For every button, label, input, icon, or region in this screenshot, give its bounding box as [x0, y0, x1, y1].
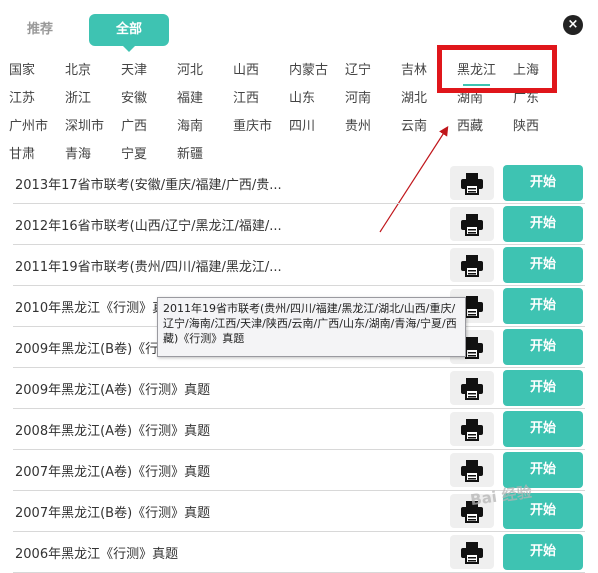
exam-row: 2009年黑龙江(A卷)《行测》真题 开始 — [13, 368, 585, 409]
exam-title[interactable]: 2007年黑龙江(A卷)《行测》真题 — [15, 461, 210, 480]
printer-icon — [461, 378, 483, 400]
start-button[interactable]: 开始 — [503, 247, 583, 283]
start-button[interactable]: 开始 — [503, 206, 583, 242]
start-button[interactable]: 开始 — [503, 411, 583, 447]
exam-row: 2012年16省市联考(山西/辽宁/黑龙江/福建/... 开始 — [13, 204, 585, 245]
exam-title[interactable]: 2011年19省市联考(贵州/四川/福建/黑龙江/... — [15, 256, 282, 275]
exam-title[interactable]: 2007年黑龙江(B卷)《行测》真题 — [15, 502, 210, 521]
print-button[interactable] — [450, 453, 494, 487]
exam-row: 2011年19省市联考(贵州/四川/福建/黑龙江/... 开始 — [13, 245, 585, 286]
exam-row: 2013年17省市联考(安徽/重庆/福建/广西/贵... 开始 — [13, 163, 585, 204]
printer-icon — [461, 214, 483, 236]
exam-row: 2008年黑龙江(A卷)《行测》真题 开始 — [13, 409, 585, 450]
exam-row: 2006年黑龙江《行测》真题 开始 — [13, 532, 585, 573]
printer-icon — [461, 542, 483, 564]
print-button[interactable] — [450, 166, 494, 200]
start-button[interactable]: 开始 — [503, 165, 583, 201]
printer-icon — [461, 173, 483, 195]
title-tooltip: 2011年19省市联考(贵州/四川/福建/黑龙江/湖北/山西/重庆/辽宁/海南/… — [157, 297, 466, 357]
exam-title[interactable]: 2009年黑龙江(A卷)《行测》真题 — [15, 379, 210, 398]
start-button[interactable]: 开始 — [503, 288, 583, 324]
print-button[interactable] — [450, 371, 494, 405]
exam-list: 2013年17省市联考(安徽/重庆/福建/广西/贵... 开始 2012年16省… — [13, 163, 585, 573]
exam-title[interactable]: 2006年黑龙江《行测》真题 — [15, 543, 178, 562]
print-button[interactable] — [450, 535, 494, 569]
exam-title[interactable]: 2012年16省市联考(山西/辽宁/黑龙江/福建/... — [15, 215, 282, 234]
exam-title[interactable]: 2013年17省市联考(安徽/重庆/福建/广西/贵... — [15, 174, 282, 193]
printer-icon — [461, 255, 483, 277]
print-button[interactable] — [450, 248, 494, 282]
printer-icon — [461, 460, 483, 482]
start-button[interactable]: 开始 — [503, 370, 583, 406]
print-button[interactable] — [450, 412, 494, 446]
print-button[interactable] — [450, 207, 494, 241]
start-button[interactable]: 开始 — [503, 329, 583, 365]
start-button[interactable]: 开始 — [503, 534, 583, 570]
printer-icon — [461, 419, 483, 441]
exam-title[interactable]: 2010年黑龙江《行测》真题 — [15, 297, 178, 316]
exam-title[interactable]: 2008年黑龙江(A卷)《行测》真题 — [15, 420, 210, 439]
